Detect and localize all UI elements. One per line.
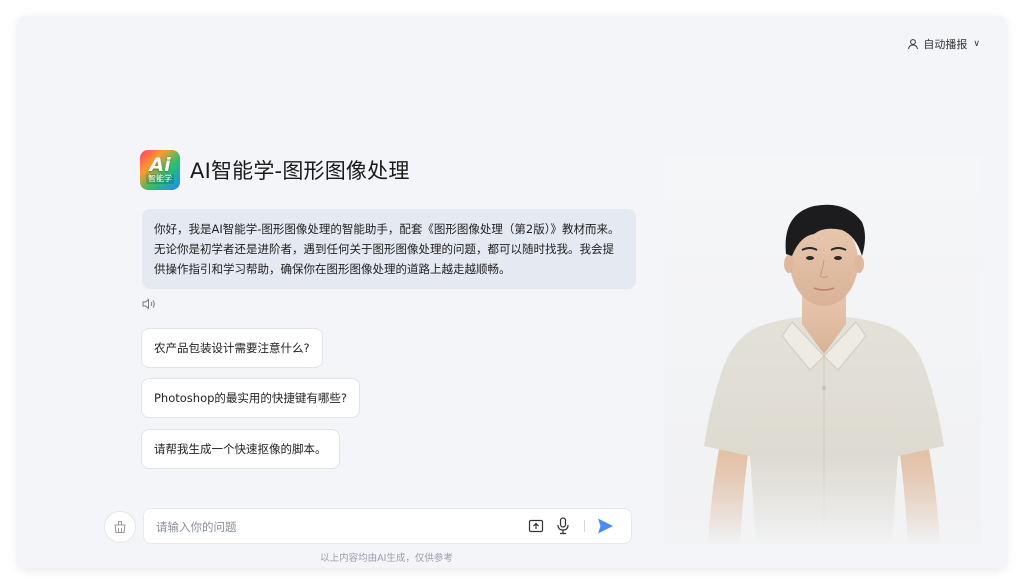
logo-subtext: 智能学 <box>146 174 174 184</box>
assistant-window: 自动播报 ∨ Ai 智能学 AI智能学-图形图像处理 你好，我是AI智能学-图形… <box>18 16 1006 568</box>
assistant-header: Ai 智能学 AI智能学-图形图像处理 <box>140 150 410 190</box>
question-input[interactable] <box>154 517 508 537</box>
page-title: AI智能学-图形图像处理 <box>190 159 410 183</box>
logo-text: Ai <box>149 154 171 176</box>
suggestion-chip[interactable]: Photoshop的最实用的快捷键有哪些? <box>141 378 361 418</box>
app-logo: Ai 智能学 <box>140 150 180 190</box>
suggestion-chip[interactable]: 请帮我生成一个快速抠像的脚本。 <box>141 429 340 469</box>
auto-play-dropdown[interactable]: 自动播报 ∨ <box>907 36 980 52</box>
speaker-icon[interactable] <box>142 298 156 310</box>
chat-input-bar <box>143 508 632 544</box>
suggestion-chip[interactable]: 农产品包装设计需要注意什么? <box>141 328 323 368</box>
clear-chat-button[interactable] <box>104 511 136 543</box>
ai-disclaimer: 以上内容均由AI生成，仅供参考 <box>320 553 453 564</box>
user-icon <box>908 39 919 50</box>
auto-play-label: 自动播报 <box>923 38 968 51</box>
microphone-icon[interactable] <box>556 517 570 535</box>
chevron-down-icon: ∨ <box>973 39 980 49</box>
upload-icon[interactable] <box>528 518 544 534</box>
toolbar-divider <box>584 520 585 532</box>
digital-human-avatar <box>664 156 982 544</box>
broom-icon <box>114 521 126 533</box>
send-icon[interactable] <box>596 517 614 535</box>
avatar-illustration <box>664 204 982 544</box>
greeting-message: 你好，我是AI智能学-图形图像处理的智能助手，配套《图形图像处理（第2版）》教材… <box>142 209 636 289</box>
